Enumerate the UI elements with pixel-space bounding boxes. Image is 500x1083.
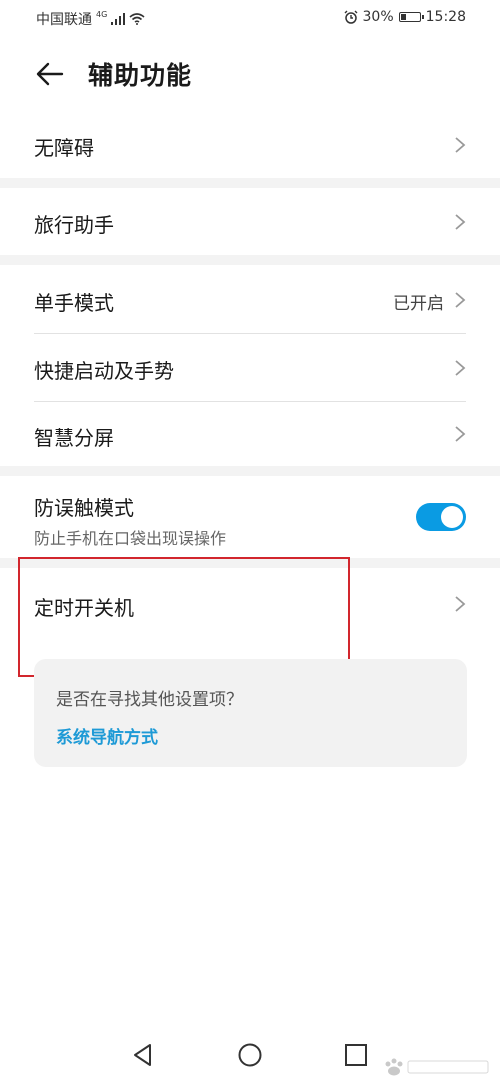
toggle-knob xyxy=(441,506,463,528)
anti-mistouch-toggle[interactable] xyxy=(416,503,466,531)
chevron-right-icon xyxy=(455,137,466,153)
item-subtitle: 防止手机在口袋出现误操作 xyxy=(34,529,227,548)
status-value: 已开启 xyxy=(393,294,444,314)
page-header: 辅助功能 xyxy=(0,48,500,100)
settings-item-travel-assistant[interactable]: 旅行助手 xyxy=(0,188,500,255)
item-label: 定时开关机 xyxy=(34,596,134,620)
chevron-right-icon xyxy=(455,214,466,230)
item-label: 智慧分屏 xyxy=(34,426,114,450)
item-label: 旅行助手 xyxy=(34,213,114,237)
status-bar: 中国联通 4G 30% 15:28 xyxy=(0,0,500,34)
back-arrow-icon[interactable] xyxy=(34,58,66,90)
suggestion-link[interactable]: 系统导航方式 xyxy=(56,723,158,748)
settings-item-accessibility[interactable]: 无障碍 xyxy=(0,112,500,178)
section-gap xyxy=(0,255,500,265)
nav-back-icon[interactable] xyxy=(130,1042,156,1068)
nav-home-icon[interactable] xyxy=(237,1042,263,1068)
network-type: 4G xyxy=(96,9,108,19)
wifi-icon xyxy=(129,13,145,25)
chevron-right-icon xyxy=(455,292,466,308)
settings-item-one-hand-mode[interactable]: 单手模式 已开启 xyxy=(0,265,500,333)
section-gap xyxy=(0,466,500,476)
battery-icon xyxy=(398,12,424,22)
settings-item-smart-split-screen[interactable]: 智慧分屏 xyxy=(0,402,500,466)
section-gap xyxy=(0,178,500,188)
chevron-right-icon xyxy=(455,360,466,376)
section-gap xyxy=(0,558,500,568)
clock: 15:28 xyxy=(425,9,466,25)
item-label: 单手模式 xyxy=(34,291,114,315)
item-label: 快捷启动及手势 xyxy=(34,359,174,383)
suggestion-card: 是否在寻找其他设置项？ 系统导航方式 xyxy=(34,659,467,767)
chevron-right-icon xyxy=(455,426,466,442)
settings-item-anti-mistouch: 防误触模式 防止手机在口袋出现误操作 xyxy=(0,476,500,558)
carrier-name: 中国联通 xyxy=(36,12,92,28)
suggestion-question: 是否在寻找其他设置项？ xyxy=(56,690,243,710)
navigation-bar xyxy=(0,1030,500,1083)
status-left: 中国联通 4G xyxy=(36,9,145,29)
baidu-watermark-logo xyxy=(385,1058,489,1076)
chevron-right-icon xyxy=(455,596,466,612)
battery-percent: 30% xyxy=(362,9,394,25)
settings-item-quick-launch-gestures[interactable]: 快捷启动及手势 xyxy=(0,334,500,401)
status-right: 30% 15:28 xyxy=(344,9,466,25)
page-title: 辅助功能 xyxy=(88,61,193,90)
settings-item-scheduled-power[interactable]: 定时开关机 xyxy=(0,568,500,640)
item-label: 无障碍 xyxy=(34,136,94,160)
alarm-icon xyxy=(344,10,358,24)
item-label: 防误触模式 xyxy=(34,496,134,520)
signal-icon xyxy=(111,13,126,25)
nav-recents-icon[interactable] xyxy=(343,1042,369,1068)
